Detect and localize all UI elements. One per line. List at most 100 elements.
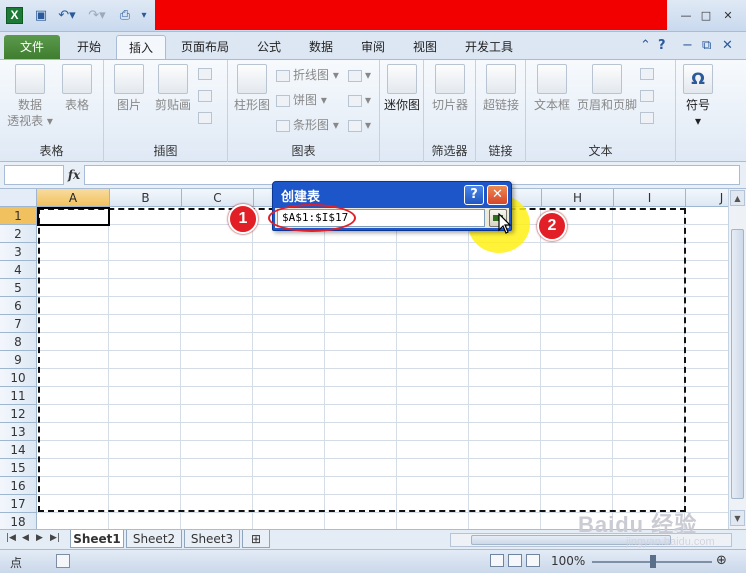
- redo-icon[interactable]: ↷▾: [84, 6, 110, 26]
- name-box[interactable]: [4, 165, 64, 185]
- worksheet-grid[interactable]: A B C H I J 1 2 3 4 5 6 7 8 9 10 11 12 13 14 15 16 17 18: [0, 189, 728, 529]
- clipart-button[interactable]: 剪贴画: [150, 64, 196, 113]
- screenshot-button[interactable]: [198, 108, 215, 126]
- zoom-level[interactable]: 100%: [551, 554, 585, 568]
- normal-view-icon[interactable]: [490, 554, 504, 567]
- sheet-tab-3[interactable]: Sheet3: [184, 530, 240, 548]
- row-header-8[interactable]: 8: [0, 333, 37, 351]
- close-window-button[interactable]: ✕: [718, 8, 738, 24]
- column-header-h[interactable]: H: [542, 189, 614, 207]
- undo-icon[interactable]: ↶▾: [54, 6, 80, 26]
- symbol-button[interactable]: Ω 符号 ▾: [678, 64, 718, 129]
- slicer-button[interactable]: 切片器: [428, 64, 472, 113]
- row-header-6[interactable]: 6: [0, 297, 37, 315]
- minimize-ribbon-icon[interactable]: ⌃: [640, 38, 651, 53]
- zoom-slider-knob[interactable]: [650, 555, 656, 568]
- scatter-chart-button[interactable]: ▾: [348, 91, 371, 109]
- customize-qat-icon[interactable]: ▾: [138, 6, 150, 26]
- row-header-3[interactable]: 3: [0, 243, 37, 261]
- column-header-j[interactable]: J: [686, 189, 728, 207]
- help-icon[interactable]: ?: [658, 38, 666, 53]
- tab-developer[interactable]: 开发工具: [454, 35, 524, 59]
- tab-home[interactable]: 开始: [66, 35, 112, 59]
- row-header-2[interactable]: 2: [0, 225, 37, 243]
- last-sheet-icon[interactable]: ▶|: [50, 533, 60, 543]
- other-charts-button[interactable]: ▾: [348, 116, 371, 134]
- shapes-button[interactable]: [198, 64, 215, 82]
- vertical-scrollbar[interactable]: ▲ ▼: [728, 189, 746, 529]
- insert-sheet-icon[interactable]: ⊞: [242, 530, 270, 548]
- print-preview-icon[interactable]: ⎙: [116, 6, 134, 26]
- row-header-11[interactable]: 11: [0, 387, 37, 405]
- column-header-a[interactable]: A: [37, 189, 110, 207]
- tab-page-layout[interactable]: 页面布局: [172, 35, 238, 59]
- dialog-close-button[interactable]: ✕: [487, 185, 508, 205]
- workbook-minimize-icon[interactable]: −: [682, 38, 693, 53]
- tab-review[interactable]: 审阅: [350, 35, 396, 59]
- sheet-tab-2[interactable]: Sheet2: [126, 530, 182, 548]
- tab-insert[interactable]: 插入: [116, 35, 166, 59]
- row-header-18[interactable]: 18: [0, 513, 37, 529]
- page-break-view-icon[interactable]: [526, 554, 540, 567]
- row-header-9[interactable]: 9: [0, 351, 37, 369]
- row-header-13[interactable]: 13: [0, 423, 37, 441]
- dialog-help-button[interactable]: ?: [464, 185, 484, 205]
- scroll-down-icon[interactable]: ▼: [730, 510, 745, 526]
- wordart-button[interactable]: [640, 64, 657, 82]
- minimize-button[interactable]: —: [676, 8, 696, 24]
- table-button[interactable]: 表格: [56, 64, 98, 113]
- object-button[interactable]: [640, 108, 657, 126]
- hyperlink-label: 超链接: [482, 98, 519, 112]
- tab-formulas[interactable]: 公式: [246, 35, 292, 59]
- active-cell-a1[interactable]: [37, 207, 110, 226]
- excel-app-icon[interactable]: X: [6, 7, 23, 24]
- zoom-in-icon[interactable]: ⊕: [716, 553, 727, 568]
- picture-button[interactable]: 图片: [110, 64, 148, 113]
- row-header-14[interactable]: 14: [0, 441, 37, 459]
- column-header-b[interactable]: B: [110, 189, 182, 207]
- maximize-button[interactable]: □: [696, 8, 716, 24]
- smartart-button[interactable]: [198, 86, 215, 104]
- scroll-up-icon[interactable]: ▲: [730, 190, 745, 206]
- pivot-table-button[interactable]: 数据 透视表 ▾: [6, 64, 54, 129]
- save-icon[interactable]: ▣: [32, 6, 50, 26]
- pie-chart-button[interactable]: 饼图 ▾: [276, 91, 327, 109]
- macro-record-icon[interactable]: [56, 554, 70, 568]
- textbox-button[interactable]: 文本框: [530, 64, 574, 113]
- signature-line-button[interactable]: [640, 86, 657, 104]
- select-all-corner[interactable]: [0, 189, 37, 207]
- status-mode: 点: [10, 556, 23, 570]
- pie-chart-icon: [276, 94, 290, 107]
- row-header-16[interactable]: 16: [0, 477, 37, 495]
- column-header-i[interactable]: I: [614, 189, 686, 207]
- mouse-pointer-icon: [498, 213, 512, 234]
- sheet-tab-1[interactable]: Sheet1: [70, 530, 124, 548]
- next-sheet-icon[interactable]: ▶: [36, 533, 43, 543]
- workbook-restore-icon[interactable]: ⧉: [702, 38, 711, 53]
- insert-function-icon[interactable]: fx: [64, 165, 84, 185]
- row-header-12[interactable]: 12: [0, 405, 37, 423]
- area-chart-button[interactable]: ▾: [348, 66, 371, 84]
- first-sheet-icon[interactable]: |◀: [6, 533, 16, 543]
- row-header-7[interactable]: 7: [0, 315, 37, 333]
- tab-data[interactable]: 数据: [298, 35, 344, 59]
- bar-chart-button[interactable]: 条形图 ▾: [276, 116, 339, 134]
- vertical-scroll-thumb[interactable]: [731, 229, 744, 499]
- page-layout-view-icon[interactable]: [508, 554, 522, 567]
- hyperlink-button[interactable]: 超链接: [480, 64, 522, 113]
- row-header-10[interactable]: 10: [0, 369, 37, 387]
- workbook-close-icon[interactable]: ✕: [722, 38, 733, 53]
- row-header-1[interactable]: 1: [0, 207, 37, 225]
- tab-file[interactable]: 文件: [4, 35, 60, 59]
- header-footer-button[interactable]: 页眉和页脚: [576, 64, 638, 113]
- prev-sheet-icon[interactable]: ◀: [22, 533, 29, 543]
- sparkline-button[interactable]: 迷你图: [382, 64, 422, 113]
- tab-view[interactable]: 视图: [402, 35, 448, 59]
- pivot-table-label-line2: 透视表 ▾: [7, 114, 53, 128]
- column-chart-button[interactable]: 柱形图: [232, 64, 272, 113]
- row-header-4[interactable]: 4: [0, 261, 37, 279]
- line-chart-button[interactable]: 折线图 ▾: [276, 66, 339, 84]
- row-header-5[interactable]: 5: [0, 279, 37, 297]
- row-header-15[interactable]: 15: [0, 459, 37, 477]
- row-header-17[interactable]: 17: [0, 495, 37, 513]
